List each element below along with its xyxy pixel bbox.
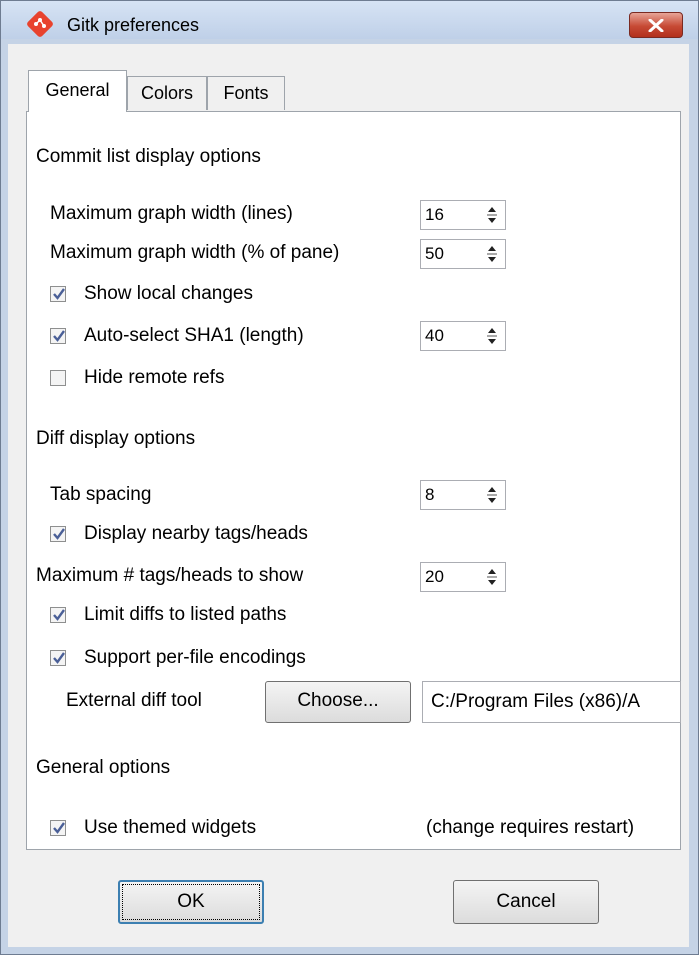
checkmark-icon: [53, 528, 65, 540]
themed-widgets-label[interactable]: Use themed widgets: [84, 817, 256, 839]
ok-button[interactable]: OK: [118, 880, 264, 924]
commit-list-heading: Commit list display options: [36, 146, 261, 167]
show-local-changes-label[interactable]: Show local changes: [84, 283, 253, 305]
max-graph-width-lines-label: Maximum graph width (lines): [50, 203, 293, 224]
max-graph-width-pct-spinbox[interactable]: 50: [420, 239, 506, 269]
limit-diffs-checkbox[interactable]: [50, 607, 66, 623]
tab-spacing-label: Tab spacing: [50, 484, 152, 505]
tab-colors[interactable]: Colors: [127, 76, 207, 110]
window-title: Gitk preferences: [67, 15, 200, 35]
git-logo-icon: [27, 11, 53, 37]
spin-arrows-icon[interactable]: [485, 243, 499, 265]
limit-diffs-label[interactable]: Limit diffs to listed paths: [84, 604, 286, 626]
external-diff-tool-path-field[interactable]: C:/Program Files (x86)/A: [422, 681, 681, 723]
tab-general[interactable]: General: [28, 70, 127, 112]
general-options-heading: General options: [36, 757, 171, 778]
display-nearby-tags-label[interactable]: Display nearby tags/heads: [84, 523, 308, 545]
max-tags-heads-label: Maximum # tags/heads to show: [36, 565, 304, 586]
choose-diff-tool-button[interactable]: Choose...: [265, 681, 411, 723]
diff-display-heading: Diff display options: [36, 428, 196, 449]
per-file-encodings-label[interactable]: Support per-file encodings: [84, 647, 306, 669]
external-diff-tool-label: External diff tool: [66, 690, 202, 711]
tab-fonts[interactable]: Fonts: [207, 76, 285, 110]
hide-remote-refs-checkbox[interactable]: [50, 370, 66, 386]
themed-widgets-checkbox[interactable]: [50, 820, 66, 836]
spin-arrows-icon[interactable]: [485, 204, 499, 226]
sha1-length-spinbox[interactable]: 40: [420, 321, 506, 351]
auto-select-sha1-checkbox[interactable]: [50, 328, 66, 344]
checkmark-icon: [53, 609, 65, 621]
max-tags-heads-spinbox[interactable]: 20: [420, 562, 506, 592]
checkmark-icon: [53, 822, 65, 834]
spin-arrows-icon[interactable]: [485, 484, 499, 506]
checkmark-icon: [53, 330, 65, 342]
close-button[interactable]: [629, 12, 683, 38]
restart-note: (change requires restart): [426, 817, 635, 838]
checkmark-icon: [53, 652, 65, 664]
hide-remote-refs-label[interactable]: Hide remote refs: [84, 367, 224, 389]
display-nearby-tags-checkbox[interactable]: [50, 526, 66, 542]
max-graph-width-pct-label: Maximum graph width (% of pane): [50, 242, 340, 263]
max-graph-width-lines-spinbox[interactable]: 16: [420, 200, 506, 230]
auto-select-sha1-label[interactable]: Auto-select SHA1 (length): [84, 325, 304, 347]
spin-arrows-icon[interactable]: [485, 566, 499, 588]
title-bar[interactable]: Gitk preferences: [1, 1, 698, 39]
tab-spacing-spinbox[interactable]: 8: [420, 480, 506, 510]
close-icon: [648, 19, 664, 32]
spin-arrows-icon[interactable]: [485, 325, 499, 347]
checkmark-icon: [53, 288, 65, 300]
per-file-encodings-checkbox[interactable]: [50, 650, 66, 666]
cancel-button[interactable]: Cancel: [453, 880, 599, 924]
show-local-changes-checkbox[interactable]: [50, 286, 66, 302]
